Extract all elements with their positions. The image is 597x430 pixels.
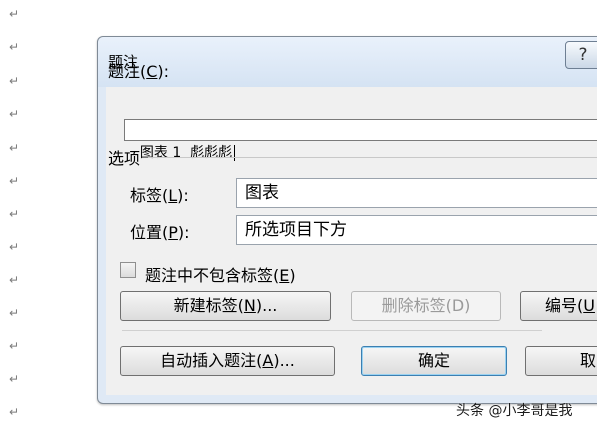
ok-button[interactable]: 确定 (361, 346, 507, 376)
paragraph-mark: ↵ (9, 107, 20, 121)
help-icon: ? (578, 45, 588, 65)
numbering-button[interactable]: 编号(U (520, 291, 597, 321)
paragraph-mark: ↵ (9, 339, 20, 353)
paragraph-mark: ↵ (9, 207, 20, 221)
help-button[interactable]: ? (565, 41, 597, 69)
watermark: 头条 @小李哥是我 (456, 403, 573, 419)
exclude-label-text: 题注中不包含标签(E) (145, 266, 296, 285)
options-group-divider (148, 157, 597, 158)
paragraph-mark: ↵ (9, 74, 20, 88)
position-dropdown-value: 所选项目下方 (245, 220, 347, 240)
button-row-separator (122, 330, 542, 331)
new-label-button[interactable]: 新建标签(N)... (120, 291, 331, 321)
position-dropdown[interactable]: 所选项目下方 (236, 215, 597, 245)
label-dropdown-value: 图表 (245, 183, 279, 203)
paragraph-mark: ↵ (9, 174, 20, 188)
position-field-label: 位置(P): (130, 223, 190, 242)
label-field-label: 标签(L): (130, 186, 189, 205)
paragraph-marks: ↵ ↵ ↵ ↵ ↵ ↵ ↵ ↵ ↵ ↵ ↵ ↵ ↵ (0, 0, 40, 430)
caption-input[interactable]: 图表 1 彪彪彪 (124, 119, 597, 161)
cancel-button[interactable]: 取 (525, 346, 597, 376)
options-group-label: 选项 (108, 149, 141, 168)
paragraph-mark: ↵ (9, 372, 20, 386)
caption-label: 题注(C): (108, 62, 170, 81)
paragraph-mark: ↵ (9, 240, 20, 254)
caption-text: 图表 1 彪彪彪 (139, 145, 233, 161)
paragraph-mark: ↵ (9, 306, 20, 320)
paragraph-mark: ↵ (9, 273, 20, 287)
text-caret (234, 145, 236, 161)
exclude-label-checkbox[interactable] (120, 262, 136, 278)
label-dropdown[interactable]: 图表 (236, 178, 597, 208)
paragraph-mark: ↵ (9, 405, 20, 419)
paragraph-mark: ↵ (9, 7, 20, 21)
delete-label-button[interactable]: 删除标签(D) (351, 291, 501, 321)
paragraph-mark: ↵ (9, 141, 20, 155)
auto-caption-button[interactable]: 自动插入题注(A)... (120, 346, 335, 376)
paragraph-mark: ↵ (9, 40, 20, 54)
dialog-titlebar[interactable]: 题注 ? (98, 37, 597, 87)
